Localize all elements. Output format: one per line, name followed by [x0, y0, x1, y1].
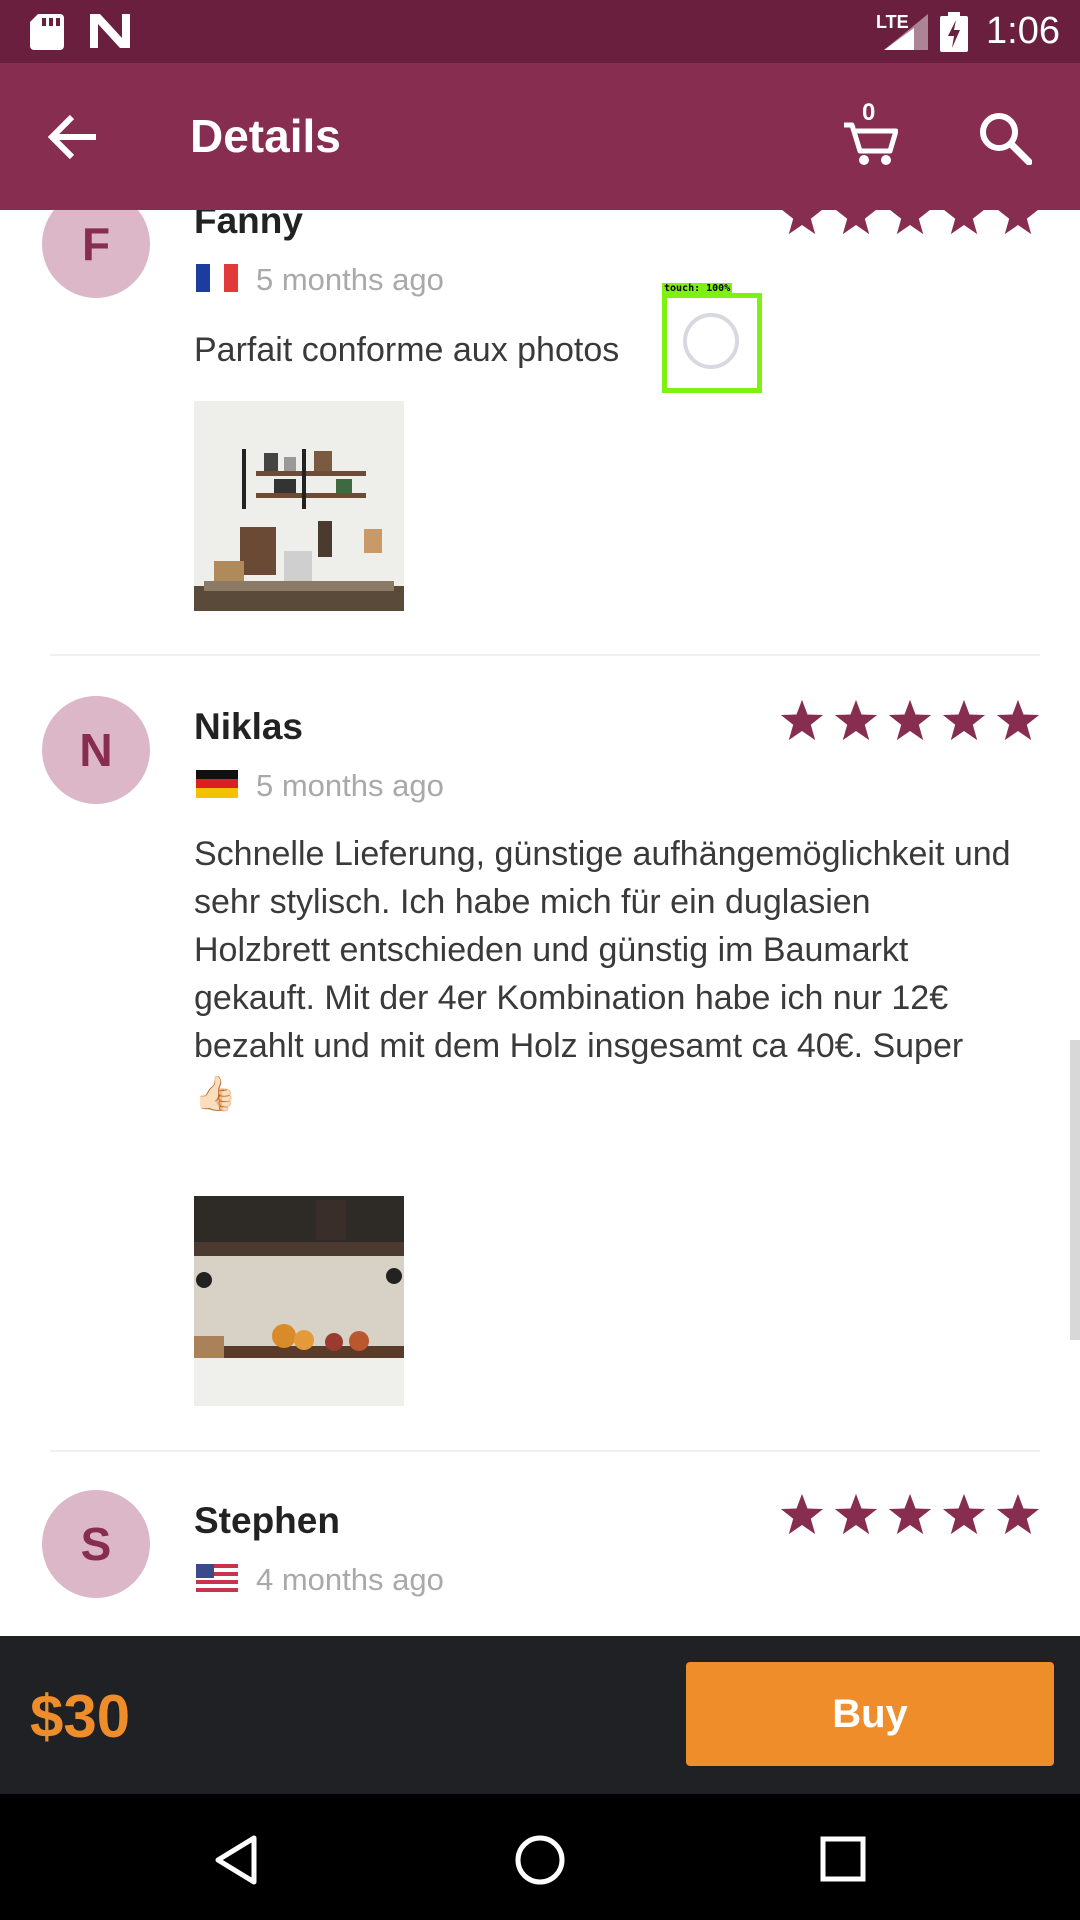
star-rating	[780, 698, 1040, 748]
review-text: Parfait conforme aux photos	[194, 331, 620, 369]
star-icon	[834, 699, 878, 741]
germany-flag-icon	[196, 770, 238, 798]
star-icon	[780, 1493, 824, 1535]
touch-ripple-icon	[683, 313, 739, 369]
search-icon[interactable]	[978, 111, 1032, 165]
back-arrow-icon[interactable]	[48, 113, 100, 161]
star-icon	[998, 210, 1038, 235]
notification-n-icon	[90, 14, 130, 48]
star-rating	[780, 1492, 1040, 1542]
avatar: N	[42, 696, 150, 804]
reviews-list[interactable]: F Fanny 5 months ago Parfait conforme au…	[0, 210, 1080, 1636]
reviewer-name: Stephen	[194, 1500, 340, 1541]
france-flag-icon	[196, 264, 238, 292]
star-icon	[780, 699, 824, 741]
price-label: $30	[30, 1683, 131, 1750]
review-text: Schnelle Lieferung, günstige aufhängemög…	[194, 835, 1021, 1113]
page-title: Details	[190, 110, 341, 162]
purchase-bar: $30 Buy	[0, 1636, 1080, 1794]
shelf-photo-icon[interactable]	[194, 401, 404, 611]
reviewer-name: Fanny	[194, 210, 303, 241]
star-icon	[942, 699, 986, 741]
avatar: F	[42, 210, 150, 298]
reviewer-name: Niklas	[194, 706, 304, 747]
star-icon	[888, 699, 932, 741]
avatar: S	[42, 1490, 150, 1598]
scrollbar[interactable]	[1070, 1040, 1080, 1340]
star-icon	[888, 1493, 932, 1535]
review-date: 4 months ago	[256, 1562, 444, 1597]
star-icon	[834, 1493, 878, 1535]
app-bar: Details 0	[0, 63, 1080, 210]
star-icon	[942, 1493, 986, 1535]
battery-charging-icon	[940, 12, 968, 52]
system-nav-bar	[0, 1794, 1080, 1920]
review-date: 5 months ago	[256, 262, 444, 297]
review-date: 5 months ago	[256, 768, 444, 803]
star-icon	[890, 210, 930, 235]
cart-count-badge: 0	[862, 99, 876, 126]
review-divider	[50, 1450, 1040, 1452]
star-icon	[944, 210, 984, 235]
star-icon	[996, 699, 1040, 741]
shelf-photo-icon[interactable]	[194, 1196, 404, 1406]
nav-back-icon[interactable]	[212, 1834, 260, 1886]
sd-card-icon	[30, 14, 64, 50]
star-icon	[836, 210, 876, 235]
nav-home-icon[interactable]	[514, 1834, 566, 1886]
usa-flag-icon	[196, 1564, 238, 1592]
signal-icon	[884, 14, 928, 50]
nav-recents-icon[interactable]	[820, 1836, 866, 1882]
buy-button[interactable]: Buy	[686, 1662, 1054, 1766]
clock: 1:06	[986, 10, 1060, 52]
review-divider	[50, 654, 1040, 656]
star-rating	[780, 210, 1040, 242]
star-icon	[996, 1493, 1040, 1535]
star-icon	[782, 210, 822, 235]
status-bar: LTE 1:06	[0, 0, 1080, 63]
